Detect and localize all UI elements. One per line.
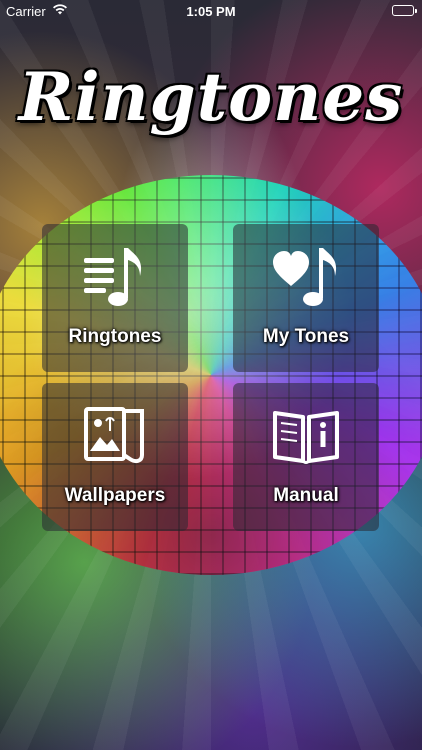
my-tones-label: My Tones [262,326,350,347]
wallpapers-label: Wallpapers [64,485,166,506]
app-title: Ringtones [18,58,404,136]
my-tones-button[interactable]: My Tones [233,224,379,372]
manual-button[interactable]: Manual [233,383,379,531]
wallpaper-icon [80,401,150,471]
battery-icon [392,5,417,16]
wallpapers-button[interactable]: Wallpapers [42,383,188,531]
music-list-icon [80,242,150,312]
manual-label: Manual [273,485,339,506]
status-bar: Carrier 1:05 PM [0,0,422,22]
clock: 1:05 PM [186,4,236,19]
ringtones-button[interactable]: Ringtones [42,224,188,372]
heart-note-icon [271,242,341,312]
ringtones-label: Ringtones [68,326,162,347]
manual-book-icon [271,401,341,471]
